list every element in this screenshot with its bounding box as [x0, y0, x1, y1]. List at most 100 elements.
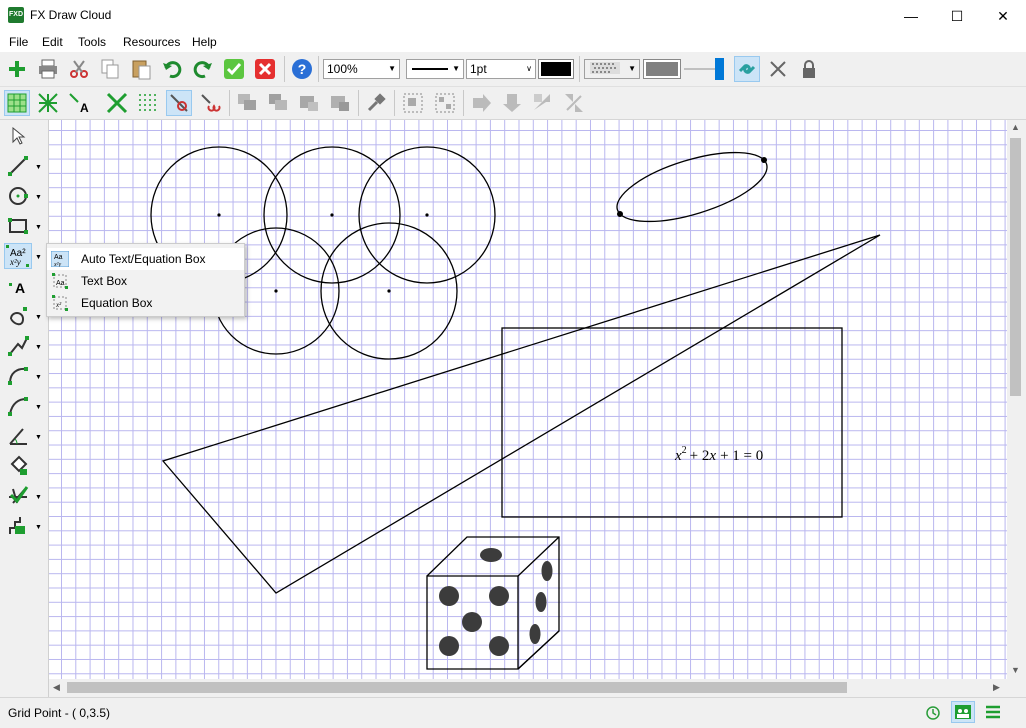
iso-grid-icon[interactable]	[35, 90, 61, 116]
group-icon[interactable]	[400, 90, 426, 116]
ok-icon[interactable]	[221, 56, 247, 82]
print-icon[interactable]	[35, 56, 61, 82]
send-back-icon[interactable]	[327, 90, 353, 116]
menu-item-label: Auto Text/Equation Box	[81, 252, 206, 266]
menu-item-auto-text-equation[interactable]: Aa x²y Auto Text/Equation Box	[47, 248, 244, 270]
close-button[interactable]: ✕	[980, 0, 1026, 32]
zoom-value: 100%	[327, 62, 358, 76]
opacity-slider[interactable]	[715, 58, 724, 80]
line-color-swatch[interactable]	[538, 59, 574, 79]
chevron-down-icon: ▼	[628, 64, 636, 73]
ungroup-icon[interactable]	[432, 90, 458, 116]
vertical-scroll-thumb[interactable]	[1010, 138, 1021, 396]
text-equation-tool-icon[interactable]: Aa² x²y	[4, 243, 32, 269]
menu-file[interactable]: File	[9, 35, 28, 49]
line-width-select[interactable]: 1pt ∨	[466, 59, 536, 79]
scroll-down-icon[interactable]: ▼	[1011, 665, 1020, 675]
zoom-select[interactable]: 100% ▼	[323, 59, 400, 79]
triangle-shape	[161, 234, 881, 594]
snap-text-icon[interactable]: A	[66, 90, 92, 116]
new-icon[interactable]	[4, 56, 30, 82]
vertical-scrollbar[interactable]: ▲ ▼	[1007, 120, 1024, 679]
redo-icon[interactable]	[190, 56, 216, 82]
chevron-down-icon[interactable]: ▼	[35, 434, 42, 441]
line-style-select[interactable]: ▼	[406, 59, 464, 79]
line-width-value: 1pt	[470, 62, 487, 76]
arrow-right-icon[interactable]	[469, 90, 495, 116]
undo-icon[interactable]	[159, 56, 185, 82]
chevron-down-icon[interactable]: ▼	[35, 254, 42, 261]
svg-text:Aa: Aa	[54, 254, 63, 261]
chevron-down-icon[interactable]: ▼	[35, 404, 42, 411]
users-icon[interactable]	[951, 701, 975, 723]
maximize-button[interactable]: ☐	[934, 0, 980, 32]
arrow-down-icon[interactable]	[499, 90, 525, 116]
format-brush-icon[interactable]	[363, 90, 389, 116]
chevron-down-icon[interactable]: ▼	[35, 374, 42, 381]
polyline-tool-icon[interactable]	[4, 333, 32, 359]
rotate-icon[interactable]	[561, 90, 587, 116]
lock-icon[interactable]	[796, 56, 822, 82]
cancel-icon[interactable]	[252, 56, 278, 82]
die-pip	[541, 561, 553, 581]
graph-tool-icon[interactable]	[4, 483, 32, 509]
svg-text:A: A	[15, 280, 25, 296]
minimize-button[interactable]: —	[888, 0, 934, 32]
menu-item-text-box[interactable]: Aa Text Box	[47, 270, 244, 292]
bring-forward-icon[interactable]	[265, 90, 291, 116]
fill-tool-icon[interactable]	[4, 453, 32, 479]
menu-lines-icon[interactable]	[984, 704, 1002, 723]
horizontal-scroll-thumb[interactable]	[67, 682, 847, 693]
menu-item-label: Text Box	[81, 274, 128, 288]
menu-tools[interactable]: Tools	[78, 35, 106, 49]
copy-icon[interactable]	[97, 56, 123, 82]
scroll-left-icon[interactable]: ◀	[53, 682, 60, 693]
bring-front-icon[interactable]	[234, 90, 260, 116]
horizontal-scrollbar[interactable]: ◀ ▶	[49, 679, 1007, 696]
grid-icon[interactable]	[4, 90, 30, 116]
snap-cross-icon[interactable]	[104, 90, 130, 116]
bezier-tool-icon[interactable]	[4, 393, 32, 419]
help-icon[interactable]: ?	[289, 56, 315, 82]
menu-help[interactable]: Help	[192, 35, 217, 49]
rectangle-tool-icon[interactable]	[4, 213, 32, 239]
flip-icon[interactable]	[530, 90, 556, 116]
fill-color-swatch[interactable]	[643, 59, 681, 79]
rectangle-shape	[501, 327, 843, 518]
send-backward-icon[interactable]	[296, 90, 322, 116]
chevron-down-icon[interactable]: ▼	[35, 494, 42, 501]
chevron-down-icon[interactable]: ▼	[35, 164, 42, 171]
drawing-canvas[interactable]: x2 + 2x + 1 = 0	[49, 120, 1007, 679]
chevron-down-icon[interactable]: ▼	[35, 344, 42, 351]
chevron-down-icon[interactable]: ▼	[35, 314, 42, 321]
chevron-down-icon[interactable]: ▼	[35, 524, 42, 531]
main-toolbar: ? 100% ▼ ▼ 1pt ∨ ▼	[0, 52, 1026, 87]
history-icon[interactable]	[925, 705, 941, 724]
fill-pattern-select[interactable]: ▼	[584, 59, 640, 79]
circle-tool-icon[interactable]	[4, 183, 32, 209]
curve-tool-icon[interactable]	[4, 303, 32, 329]
chevron-down-icon[interactable]: ▼	[35, 224, 42, 231]
secondary-toolbar: A	[0, 87, 1026, 120]
toolbar-separator	[579, 56, 580, 82]
label-tool-icon[interactable]: A	[4, 273, 32, 299]
chevron-down-icon[interactable]: ▼	[35, 194, 42, 201]
pointer-icon[interactable]	[4, 123, 32, 149]
menu-resources[interactable]: Resources	[123, 35, 180, 49]
snap-object-icon[interactable]	[166, 90, 192, 116]
arc-tool-icon[interactable]	[4, 363, 32, 389]
unlink-icon[interactable]	[765, 56, 791, 82]
cut-icon[interactable]	[66, 56, 92, 82]
steps-tool-icon[interactable]	[4, 513, 32, 539]
angle-tool-icon[interactable]	[4, 423, 32, 449]
snap-infinity-icon[interactable]	[197, 90, 223, 116]
scroll-up-icon[interactable]: ▲	[1011, 122, 1020, 132]
line-tool-icon[interactable]	[4, 153, 32, 179]
scroll-right-icon[interactable]: ▶	[993, 682, 1000, 693]
menu-item-equation-box[interactable]: x² Equation Box	[47, 292, 244, 314]
link-icon[interactable]	[734, 56, 760, 82]
paste-icon[interactable]	[128, 56, 154, 82]
die-pip	[462, 612, 482, 632]
dot-grid-icon[interactable]	[135, 90, 161, 116]
menu-edit[interactable]: Edit	[42, 35, 63, 49]
